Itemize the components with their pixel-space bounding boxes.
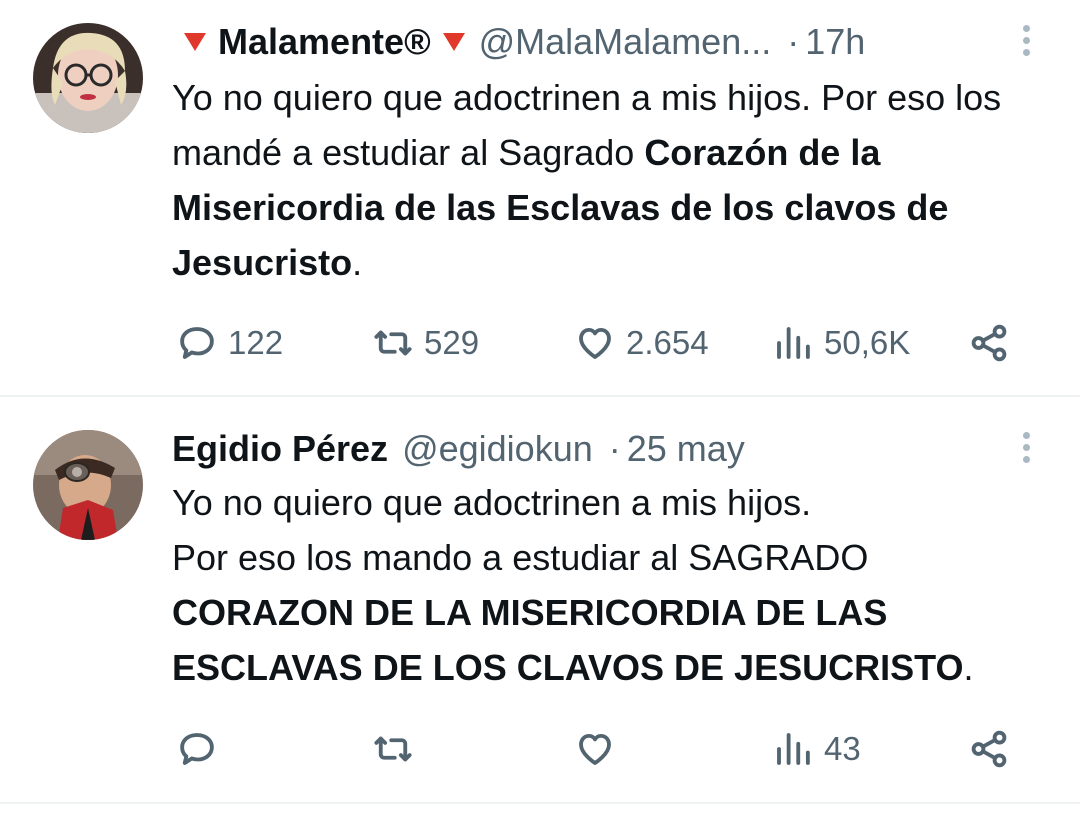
avatar[interactable] [33,430,143,540]
reply-icon [180,327,214,359]
views-button[interactable]: 50,6K [772,313,910,373]
tweet-text-end: . [352,242,363,283]
retweet-count: 529 [424,324,480,361]
views-count: 50,6K [824,324,911,361]
share-button[interactable] [968,313,1010,373]
retweet-button[interactable]: 529 [372,313,479,373]
timestamp[interactable]: 25 may [627,428,745,470]
tweet-text: Yo no quiero que adoctrinen a mis hijos.… [172,70,1052,290]
red-triangle-icon [442,33,465,51]
tweet-actions: 43 [0,719,1080,779]
separator: · [608,428,621,469]
reply-button[interactable]: 122 [176,313,283,373]
tweet-text-bold: CORAZON DE LA MISERICORDIA DE LAS ESCLAV… [172,592,964,688]
tweet-card[interactable]: Egidio Pérez @egidiokun · 25 may Yo no q… [0,397,1080,802]
display-name[interactable]: Malamente® [218,21,431,63]
reply-count: 122 [228,324,284,361]
tweet-text-paragraph: Por eso los mando a estudiar al SAGRADO … [172,530,1052,695]
retweet-icon [374,736,412,762]
divider [0,802,1080,804]
like-count: 2.654 [626,324,709,361]
user-handle[interactable]: @MalaMalamen... [479,21,772,63]
share-icon [971,324,1007,362]
more-options-icon[interactable] [1020,427,1032,471]
share-icon [971,730,1007,768]
tweet-text-end: . [963,647,974,688]
tweet-actions: 122 529 2.654 50,6K [0,313,1080,373]
like-button[interactable]: 2.654 [574,313,709,373]
tweet-header: Malamente® @MalaMalamen... · 17h [172,18,865,66]
reply-icon [180,733,214,765]
tweet-card[interactable]: Malamente® @MalaMalamen... · 17h Yo no q… [0,0,1080,396]
like-button[interactable] [574,719,626,779]
tweet-text: Yo no quiero que adoctrinen a mis hijos.… [172,475,1052,695]
like-icon [579,733,611,765]
share-button[interactable] [968,719,1010,779]
tweet-header: Egidio Pérez @egidiokun · 25 may [172,425,745,473]
views-count: 43 [824,730,861,767]
views-button[interactable]: 43 [772,719,861,779]
views-icon [777,733,810,765]
like-icon [579,327,611,359]
tweet-text-plain: Por eso los mando a estudiar al SAGRADO [172,537,869,578]
red-triangle-icon [184,33,206,51]
timestamp[interactable]: 17h [805,21,865,63]
user-handle[interactable]: @egidiokun [402,428,593,470]
display-name[interactable]: Egidio Pérez [172,428,388,470]
more-options-icon[interactable] [1020,20,1032,64]
reply-button[interactable] [176,719,228,779]
retweet-button[interactable] [372,719,424,779]
retweet-icon [374,330,412,356]
separator: · [787,21,800,62]
tweet-text-line: Yo no quiero que adoctrinen a mis hijos. [172,482,812,523]
avatar[interactable] [33,23,143,133]
views-icon [777,327,810,359]
